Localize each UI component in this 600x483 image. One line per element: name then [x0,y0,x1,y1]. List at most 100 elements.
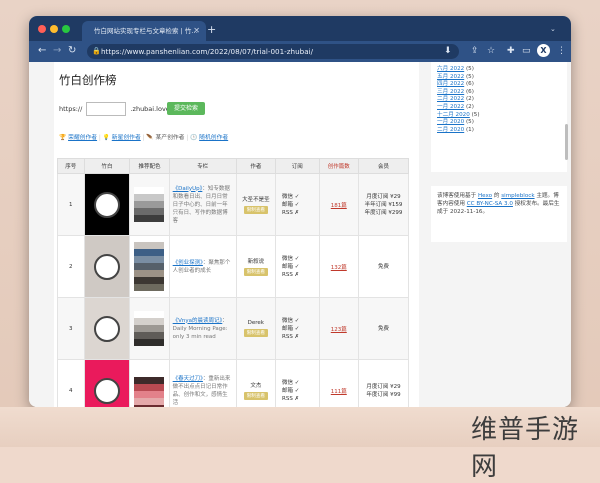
palette-swatch [134,215,165,222]
member-cell: 免费 [357,235,410,298]
archive-link[interactable]: 三月 2022 [437,89,464,95]
avatar-cell[interactable] [83,235,131,298]
archive-item: 六月 2022 (5) [437,66,561,74]
menu-icon[interactable]: ⋮ [557,45,566,57]
author-tag[interactable]: 限制查看 [243,329,269,337]
watermark-logo: 维普手游网 [471,415,580,482]
archive-count: (1) [465,126,474,133]
column-title-link[interactable]: 《DailyUp》 [173,186,203,192]
column-cell: 《Vnya的晨读周记》：Daily Morning Page: only 3 m… [168,297,237,360]
row-index: 2 [57,235,85,298]
reload-button[interactable]: ↻ [68,45,76,57]
palette-cell [129,173,170,236]
palette-swatch [134,332,165,339]
column-title-link[interactable]: 《创业探测》 [173,260,203,266]
archive-item: 一月 2020 (5) [437,119,561,127]
author-cell: 新叙说 限制查看 [235,235,277,298]
palette-swatch [134,376,165,384]
license-link[interactable]: CC BY-NC-SA 3.0 [467,201,513,207]
subscribe-channel: 邮箱 ✓ [282,201,300,208]
avatar-cell[interactable] [83,297,131,360]
archive-link[interactable]: 一月 2020 [437,119,464,125]
download-icon[interactable]: ⬇ [444,45,452,57]
author-name: 大圣不是圣 [242,197,270,203]
close-tab-icon[interactable]: ✕ [193,21,200,41]
browser-tab[interactable]: 竹白网站实现专栏与文章检索 | 竹… ✕ [82,21,206,41]
sidebar-icon[interactable]: ▭ [522,45,531,57]
profile-icon[interactable]: X [537,44,550,57]
palette-swatch [134,390,165,398]
color-palette [134,311,165,346]
column-title-link[interactable]: 《春天过刀》 [173,376,203,382]
archive-count: (2) [465,96,474,103]
palette-swatch [134,397,165,405]
back-button[interactable]: ← [38,45,46,57]
url-prefix: https:// [59,105,83,113]
address-bar[interactable]: 🔒 https://www.panshenlian.com/2022/08/07… [87,44,459,59]
link-random-creators[interactable]: 随机创作者 [199,135,228,141]
palette-swatch [134,383,165,391]
share-icon[interactable]: ⇪ [471,45,479,57]
avatar-cell[interactable] [83,359,131,407]
palette-swatch [134,284,165,291]
author-cell: 文杰 限制查看 [235,359,277,407]
palette-swatch [134,277,165,284]
star-icon[interactable]: ☆ [487,45,495,57]
archive-count: (5) [465,66,474,72]
archive-link[interactable]: 二月 2022 [437,96,464,102]
link-prolific-creators[interactable]: 某产创作者 [155,135,184,141]
post-count-link[interactable]: 123篇 [331,327,347,333]
subscribe-channel: 邮箱 ✓ [282,387,300,394]
link-new-creators[interactable]: 新星创作者 [112,135,141,141]
subscribe-channel: RSS ✗ [282,395,300,402]
author-tag[interactable]: 限制查看 [243,206,269,214]
archive-count: (6) [465,81,474,88]
submit-search-button[interactable]: 提交检索 [167,102,205,115]
column-cell: 《春天过刀》：重新出来做不出点点日记日常作品、创作和文，感情生活 [168,359,237,407]
subdomain-input[interactable] [86,102,127,116]
archive-link[interactable]: 一月 2022 [437,104,464,110]
post-count-link[interactable]: 132篇 [331,265,347,271]
browser-titlebar: 竹白网站实现专栏与文章检索 | 竹… ✕ + ⌄ [29,16,571,41]
palette-swatch [134,369,165,377]
avatar-cell[interactable] [83,173,131,236]
browser-toolbar: ← → ↻ 🔒 https://www.panshenlian.com/2022… [29,41,571,62]
archive-link[interactable]: 二月 2020 [437,127,464,133]
avatar-icon [93,253,120,280]
page-scrollbar[interactable] [565,124,568,160]
archive-item: 二月 2020 (1) [437,127,561,135]
close-window-button[interactable] [38,25,46,33]
header-post-count[interactable]: 创作篇数 [318,158,359,174]
post-count-cell: 123篇 [318,297,359,360]
post-count-link[interactable]: 181篇 [331,203,347,209]
extensions-icon[interactable]: ✚ [507,45,515,57]
subscribe-channel: RSS ✗ [282,333,300,340]
palette-swatch [134,263,165,270]
archive-link[interactable]: 六月 2022 [437,66,464,72]
maximize-window-button[interactable] [62,25,70,33]
forward-button[interactable]: → [53,45,61,57]
lock-icon: 🔒 [92,47,101,55]
header-author: 作者 [235,158,277,174]
theme-link[interactable]: simpleblock [501,193,534,199]
header-member: 会员 [357,158,410,174]
tab-menu-chevron-icon[interactable]: ⌄ [550,25,556,33]
tab-title: 竹白网站实现专栏与文章检索 | 竹… [94,27,198,35]
author-tag[interactable]: 限制查看 [243,268,269,276]
archive-link[interactable]: 十二月 2020 [437,112,470,118]
post-count-cell: 181篇 [318,173,359,236]
archive-link[interactable]: 四月 2022 [437,81,464,87]
post-count-link[interactable]: 111篇 [331,389,347,395]
new-tab-button[interactable]: + [207,24,216,35]
palette-cell [129,297,170,360]
author-tag[interactable]: 限制查看 [243,392,269,400]
palette-swatch [134,311,165,318]
archive-item: 四月 2022 (6) [437,81,561,89]
header-column: 专栏 [168,158,237,174]
link-honor-creators[interactable]: 荣耀创作者 [68,135,97,141]
column-title-link[interactable]: 《Vnya的晨读周记》 [173,318,223,324]
palette-swatch [134,208,165,215]
archive-link[interactable]: 五月 2022 [437,74,464,80]
hexo-link[interactable]: Hexo [478,193,492,199]
minimize-window-button[interactable] [50,25,58,33]
